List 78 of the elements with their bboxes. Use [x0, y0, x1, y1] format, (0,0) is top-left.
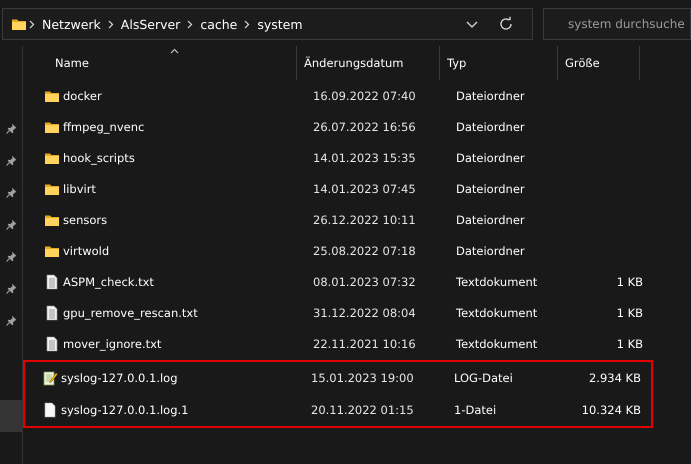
date-cell-text: 14.01.2023 15:35: [312, 150, 417, 164]
size-cell-text: 1 KB: [616, 336, 644, 350]
search-input[interactable]: system durchsuche: [568, 17, 690, 31]
size-cell-text: 2.934 KB: [588, 371, 642, 385]
document-icon: [44, 336, 60, 352]
breadcrumb-item[interactable]: system: [257, 16, 303, 32]
file-name[interactable]: ffmpeg_nvenc: [63, 120, 306, 134]
address-bar[interactable]: Netzwerk AlsServer cache system: [2, 8, 533, 40]
file-icon: [42, 402, 58, 418]
search-field[interactable]: system durchsuche: [543, 8, 691, 40]
type-cell-text: LOG-Datei: [453, 371, 514, 385]
pin-icon[interactable]: [6, 186, 16, 198]
file-row[interactable]: syslog-127.0.0.1.log 15.01.2023 19:00 LOG-Datei 2.934 KB: [35, 362, 651, 394]
type-cell-text: Dateiordner: [455, 182, 526, 196]
notepad-icon: [42, 370, 58, 386]
size-cell-text: 10.324 KB: [580, 403, 642, 417]
file-row[interactable]: hook_scripts 14.01.2023 15:35 Dateiordner: [35, 142, 691, 173]
column-header[interactable]: Typ: [440, 46, 558, 80]
date-cell-text: 26.12.2022 10:11: [312, 212, 417, 226]
date-cell-text: 31.12.2022 08:04: [312, 306, 417, 320]
refresh-icon[interactable]: [498, 16, 514, 32]
date-cell-text: 15.01.2023 19:00: [310, 371, 415, 385]
file-row[interactable]: gpu_remove_rescan.txt 31.12.2022 08:04 Textdokument 1 KB: [35, 297, 691, 328]
type-cell-text: Textdokument: [455, 336, 538, 350]
file-name[interactable]: libvirt: [63, 182, 306, 196]
file-row[interactable]: ASPM_check.txt 08.01.2023 07:32 Textdokument 1 KB: [35, 266, 691, 297]
file-row[interactable]: sensors 26.12.2022 10:11 Dateiordner: [35, 204, 691, 235]
file-name[interactable]: syslog-127.0.0.1.log: [61, 371, 304, 385]
file-row[interactable]: virtwold 25.08.2022 07:18 Dateiordner: [35, 235, 691, 266]
type-cell-text: Dateiordner: [455, 120, 526, 134]
file-name[interactable]: hook_scripts: [63, 150, 306, 164]
document-icon: [44, 304, 60, 320]
pin-icon[interactable]: [6, 218, 16, 230]
pin-icon[interactable]: [6, 282, 16, 294]
file-row[interactable]: mover_ignore.txt 22.11.2021 10:16 Textdokument 1 KB: [35, 328, 691, 359]
file-name[interactable]: syslog-127.0.0.1.log.1: [61, 403, 304, 417]
chevron-icon: [108, 20, 114, 28]
breadcrumb-item[interactable]: Netzwerk: [42, 16, 101, 32]
type-cell-text: Dateiordner: [455, 88, 526, 102]
pin-icon[interactable]: [6, 122, 16, 134]
type-cell-text: Textdokument: [455, 306, 538, 320]
pin-icon[interactable]: [6, 250, 16, 262]
date-cell-text: 20.11.2022 01:15: [310, 403, 415, 417]
type-cell-text: 1-Datei: [453, 403, 498, 417]
chevron-icon: [29, 20, 35, 28]
file-name[interactable]: mover_ignore.txt: [63, 336, 306, 350]
file-name[interactable]: gpu_remove_rescan.txt: [63, 306, 306, 320]
file-name[interactable]: docker: [63, 88, 306, 102]
file-row[interactable]: libvirt 14.01.2023 07:45 Dateiordner: [35, 173, 691, 204]
type-cell-text: Dateiordner: [455, 150, 526, 164]
date-cell-text: 25.08.2022 07:18: [312, 244, 417, 258]
date-cell-text: 26.07.2022 16:56: [312, 120, 417, 134]
breadcrumb-item[interactable]: cache: [200, 16, 238, 32]
pin-icon[interactable]: [6, 314, 16, 326]
chevron-icon: [187, 20, 194, 28]
column-header[interactable]: Name: [35, 46, 297, 80]
date-cell-text: 16.09.2022 07:40: [312, 88, 417, 102]
breadcrumb-item[interactable]: AlsServer: [120, 16, 180, 32]
file-name[interactable]: ASPM_check.txt: [63, 274, 306, 288]
file-name[interactable]: sensors: [63, 212, 306, 226]
file-row[interactable]: docker 16.09.2022 07:40 Dateiordner: [35, 80, 691, 111]
date-cell-text: 14.01.2023 07:45: [312, 182, 417, 196]
type-cell-text: Textdokument: [455, 274, 538, 288]
file-row[interactable]: ffmpeg_nvenc 26.07.2022 16:56 Dateiordner: [35, 111, 691, 142]
chevron-icon: [244, 20, 250, 28]
file-row[interactable]: syslog-127.0.0.1.log.1 20.11.2022 01:15 1-Datei 10.324 KB: [35, 394, 651, 426]
size-cell-text: 1 KB: [616, 306, 644, 320]
date-cell-text: 08.01.2023 07:32: [312, 274, 417, 288]
type-cell-text: Dateiordner: [455, 244, 526, 258]
type-cell-text: Dateiordner: [455, 212, 526, 226]
column-header[interactable]: Größe: [558, 46, 640, 80]
size-cell-text: 1 KB: [616, 274, 644, 288]
document-icon: [44, 274, 60, 290]
file-name[interactable]: virtwold: [63, 244, 306, 258]
sort-caret-icon[interactable]: [170, 48, 179, 54]
date-cell-text: 22.11.2021 10:16: [312, 336, 417, 350]
column-header[interactable]: Änderungsdatum: [297, 46, 440, 80]
pin-icon[interactable]: [6, 154, 16, 166]
